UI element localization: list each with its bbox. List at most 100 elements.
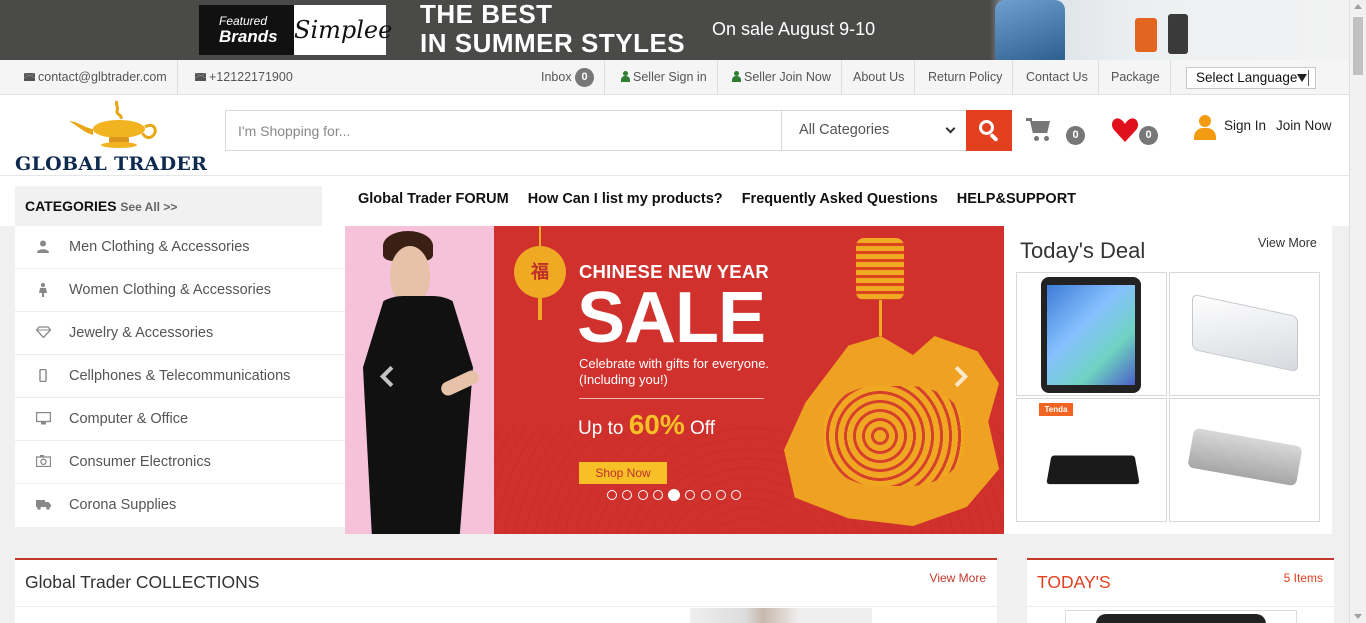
carousel-dot[interactable] bbox=[716, 490, 727, 500]
vertical-scrollbar[interactable] bbox=[1349, 0, 1366, 623]
lantern-icon bbox=[539, 226, 541, 246]
banner-sale-text: On sale August 9-10 bbox=[712, 19, 876, 39]
deal-item-tablet[interactable] bbox=[1016, 272, 1167, 396]
sidebar-item-computer-office[interactable]: Computer & Office bbox=[15, 398, 345, 441]
brands-label: Brands bbox=[219, 27, 278, 46]
mobile-icon bbox=[36, 368, 50, 383]
carousel-dot[interactable] bbox=[622, 490, 633, 500]
cart-icon-wheel bbox=[1034, 136, 1039, 141]
search-bar: All Categories bbox=[225, 110, 1012, 151]
scroll-up-icon[interactable] bbox=[1354, 4, 1362, 9]
deal-view-more-link[interactable]: View More bbox=[1258, 236, 1317, 250]
carousel-dot[interactable] bbox=[637, 490, 648, 500]
site-logo[interactable]: GLOBAL TRADER bbox=[15, 95, 207, 176]
sidebar-item-label: Jewelry & Accessories bbox=[69, 325, 214, 341]
shop-now-button[interactable]: Shop Now bbox=[579, 462, 667, 484]
seller-join-link[interactable]: Seller Join Now bbox=[722, 60, 842, 95]
phone-image bbox=[1096, 614, 1266, 623]
todays-count: 5 Items bbox=[1283, 571, 1323, 585]
sidebar-item-label: Consumer Electronics bbox=[69, 454, 211, 470]
about-link[interactable]: About Us bbox=[843, 60, 916, 95]
sidebar-item-men-clothing[interactable]: Men Clothing & Accessories bbox=[15, 226, 345, 269]
phone-text: +12122171900 bbox=[209, 70, 293, 84]
contact-email[interactable]: contact@glbtrader.com bbox=[14, 60, 178, 95]
tablet-image bbox=[1041, 277, 1141, 393]
top-promo-banner[interactable]: Featured Brands Simplee THE BEST IN SUMM… bbox=[0, 0, 1349, 60]
account-area: Sign In Join Now bbox=[1194, 115, 1339, 145]
scroll-down-icon[interactable] bbox=[1354, 614, 1362, 619]
language-select-value: Select Language bbox=[1196, 70, 1298, 85]
sidebar-item-corona-supplies[interactable]: Corona Supplies bbox=[15, 484, 345, 527]
todays-product-card[interactable] bbox=[1065, 610, 1297, 623]
category-select[interactable]: All Categories bbox=[781, 111, 966, 150]
diamond-icon bbox=[35, 326, 52, 340]
see-all-link[interactable]: See All >> bbox=[120, 200, 177, 214]
genie-lamp-icon bbox=[69, 100, 157, 148]
dropdown-arrow-icon bbox=[1297, 74, 1307, 82]
slide-sale-text: SALE bbox=[577, 278, 766, 358]
carousel-dot[interactable] bbox=[685, 490, 696, 500]
deal-item-speaker[interactable] bbox=[1169, 398, 1320, 522]
categories-header[interactable]: CATEGORIES See All >> bbox=[15, 186, 322, 226]
hero-carousel[interactable]: 福 CHINESE NEW YEAR SALE Celebrate with g… bbox=[345, 226, 1004, 534]
wishlist-count-badge: 0 bbox=[1139, 126, 1158, 145]
sidebar-item-cellphones[interactable]: Cellphones & Telecommunications bbox=[15, 355, 345, 398]
search-input[interactable] bbox=[226, 111, 781, 150]
carousel-slide[interactable]: 福 CHINESE NEW YEAR SALE Celebrate with g… bbox=[494, 226, 1004, 534]
banner-photo bbox=[990, 0, 1349, 60]
inbox-count-badge: 0 bbox=[575, 68, 595, 87]
scrollbar-thumb[interactable] bbox=[1353, 17, 1363, 75]
carousel-dot[interactable] bbox=[652, 490, 663, 500]
nav-link-faq[interactable]: Frequently Asked Questions bbox=[742, 191, 938, 207]
logo-text: GLOBAL TRADER bbox=[15, 153, 208, 175]
seller-signin-link[interactable]: Seller Sign in bbox=[611, 60, 718, 95]
discount-percent: 60% bbox=[628, 409, 685, 440]
package-link[interactable]: Package bbox=[1101, 60, 1171, 95]
language-select[interactable]: Select Language bbox=[1186, 67, 1316, 89]
todays-deal-panel: Today's Deal View More Tenda bbox=[1004, 226, 1332, 534]
carousel-dot[interactable] bbox=[607, 490, 617, 500]
envelope-icon bbox=[195, 73, 206, 81]
carousel-dot[interactable] bbox=[731, 490, 742, 500]
deal-item-router[interactable]: Tenda bbox=[1016, 398, 1167, 522]
featured-brands-badge: Featured Brands bbox=[199, 5, 294, 55]
up-to-label: Up to bbox=[578, 418, 624, 439]
contact-phone[interactable]: +12122171900 bbox=[185, 60, 303, 95]
female-icon bbox=[36, 283, 50, 297]
nav-link-help-support[interactable]: HELP&SUPPORT bbox=[957, 191, 1076, 207]
collection-image[interactable] bbox=[690, 608, 872, 623]
sidebar-item-consumer-electronics[interactable]: Consumer Electronics bbox=[15, 441, 345, 484]
search-button[interactable] bbox=[966, 110, 1012, 151]
cart-icon-body bbox=[1030, 121, 1050, 133]
users-icon bbox=[621, 71, 630, 82]
cart-button[interactable]: 0 bbox=[1026, 117, 1088, 147]
brand-logo: Simplee bbox=[294, 5, 392, 55]
lantern-icon: 福 bbox=[514, 246, 566, 298]
wishlist-button[interactable]: 0 bbox=[1111, 117, 1163, 147]
contact-link[interactable]: Contact Us bbox=[1016, 60, 1099, 95]
inbox-label: Inbox bbox=[541, 70, 572, 84]
main-nav: Global Trader FORUM How Can I list my pr… bbox=[358, 191, 1091, 207]
slide-discount: Up to 60% Off bbox=[578, 409, 715, 441]
deal-item-switch[interactable] bbox=[1169, 272, 1320, 396]
user-icon bbox=[732, 71, 741, 82]
banner-headline-line1: THE BEST bbox=[420, 0, 553, 29]
nav-link-forum[interactable]: Global Trader FORUM bbox=[358, 191, 509, 207]
carousel-dot[interactable] bbox=[700, 490, 711, 500]
network-switch-image bbox=[1192, 293, 1298, 373]
sign-in-link[interactable]: Sign In bbox=[1224, 118, 1266, 133]
collections-view-more-link[interactable]: View More bbox=[930, 571, 986, 585]
monkey-papercut-image bbox=[824, 386, 964, 486]
carousel-side-image bbox=[345, 226, 494, 534]
inbox-link[interactable]: Inbox 0 bbox=[531, 60, 606, 95]
todays-title: TODAY'S bbox=[1037, 572, 1111, 592]
sidebar-item-women-clothing[interactable]: Women Clothing & Accessories bbox=[15, 269, 345, 312]
banner-headline-line2: IN SUMMER STYLES bbox=[420, 28, 686, 58]
lantern-icon bbox=[856, 238, 904, 300]
sidebar-item-jewelry[interactable]: Jewelry & Accessories bbox=[15, 312, 345, 355]
nav-link-list-products[interactable]: How Can I list my products? bbox=[528, 191, 723, 207]
sidebar-item-label: Cellphones & Telecommunications bbox=[69, 368, 291, 384]
collections-section: Global Trader COLLECTIONS View More bbox=[15, 558, 997, 623]
return-policy-link[interactable]: Return Policy bbox=[918, 60, 1014, 95]
join-now-link[interactable]: Join Now bbox=[1276, 118, 1332, 133]
